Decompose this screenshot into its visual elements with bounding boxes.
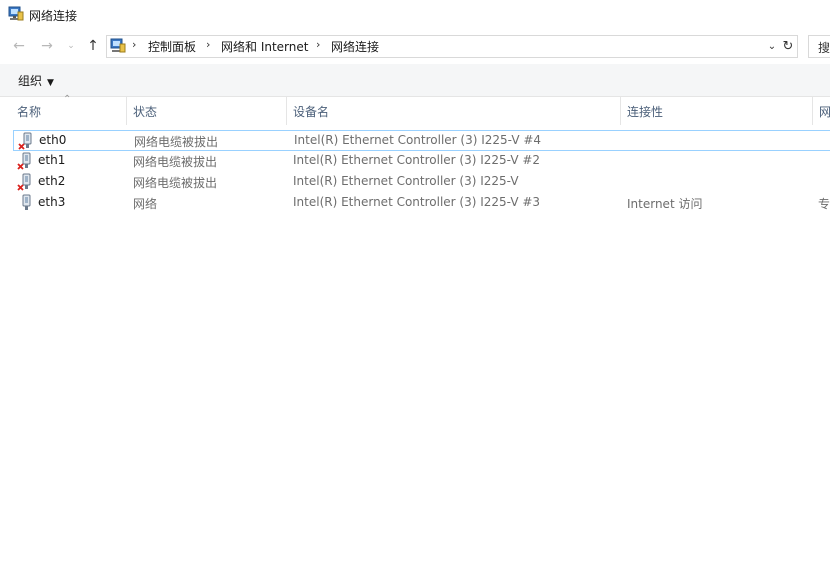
organize-button[interactable]: 组织 ▼ — [18, 72, 54, 89]
table-row[interactable]: eth3 网络 Intel(R) Ethernet Controller (3)… — [13, 193, 830, 214]
organize-label: 组织 — [18, 74, 43, 88]
search-input[interactable]: 搜 — [808, 35, 830, 58]
breadcrumb-control-panel[interactable]: 控制面板 — [148, 38, 196, 55]
breadcrumb-network-internet[interactable]: 网络和 Internet — [221, 38, 308, 55]
column-header-connectivity[interactable]: 连接性 — [627, 103, 663, 120]
breadcrumb-separator-icon[interactable]: › — [316, 38, 320, 51]
row-name: eth3 — [38, 195, 66, 209]
row-device: Intel(R) Ethernet Controller (3) I225-V … — [294, 133, 542, 147]
title-bar: 网络连接 — [0, 0, 830, 30]
search-label: 搜 — [818, 41, 830, 55]
table-row[interactable]: eth0 网络电缆被拔出 Intel(R) Ethernet Controlle… — [13, 130, 830, 151]
command-bar: 组织 ▼ — [0, 64, 830, 97]
control-panel-icon — [110, 38, 126, 53]
column-divider[interactable] — [812, 97, 813, 125]
up-arrow-icon[interactable]: ↑ — [84, 37, 102, 55]
breadcrumb-network-connections[interactable]: 网络连接 — [331, 38, 379, 55]
network-adapter-icon — [22, 194, 31, 210]
red-x-icon — [17, 184, 24, 191]
breadcrumb-separator-icon[interactable]: › — [206, 38, 210, 51]
row-device: Intel(R) Ethernet Controller (3) I225-V … — [293, 153, 541, 167]
address-bar[interactable]: › 控制面板 › 网络和 Internet › 网络连接 ⌄ — [106, 35, 785, 58]
back-arrow-icon[interactable]: ← — [10, 37, 28, 55]
row-status: 网络电缆被拔出 — [133, 155, 218, 169]
row-device: Intel(R) Ethernet Controller (3) I225-V — [293, 174, 519, 188]
row-device: Intel(R) Ethernet Controller (3) I225-V … — [293, 195, 541, 209]
column-divider[interactable] — [620, 97, 621, 125]
red-x-icon — [17, 163, 24, 170]
column-header-status[interactable]: 状态 — [133, 103, 157, 120]
chevron-down-icon[interactable]: ⌄ — [765, 38, 779, 54]
refresh-icon[interactable]: ↻ — [779, 35, 798, 58]
column-divider[interactable] — [286, 97, 287, 125]
row-name: eth2 — [38, 174, 66, 188]
table-row[interactable]: eth1 网络电缆被拔出 Intel(R) Ethernet Controlle… — [13, 151, 830, 172]
dropdown-arrow-icon: ▼ — [47, 78, 54, 88]
network-adapter-icon — [18, 132, 32, 150]
recent-locations-chevron-icon[interactable]: ⌄ — [62, 37, 80, 55]
column-header-network[interactable]: 网 — [819, 103, 830, 120]
column-divider[interactable] — [126, 97, 127, 125]
row-status: 网络电缆被拔出 — [134, 135, 219, 149]
forward-arrow-icon[interactable]: → — [38, 37, 56, 55]
column-header-row: ⌃ 名称 状态 设备名 连接性 网 — [0, 94, 830, 125]
window-title: 网络连接 — [29, 9, 78, 23]
row-name: eth0 — [39, 133, 67, 147]
column-header-name[interactable]: 名称 — [17, 103, 41, 120]
row-status: 网络 — [133, 197, 158, 211]
row-connectivity: Internet 访问 — [627, 197, 703, 211]
breadcrumb-separator-icon[interactable]: › — [132, 38, 136, 51]
navigation-bar: ← → ⌄ ↑ › 控制面板 › 网络和 Internet › 网络连接 ⌄ ↻… — [0, 30, 830, 62]
row-name: eth1 — [38, 153, 66, 167]
network-connections-icon — [8, 6, 24, 21]
network-adapter-icon — [17, 173, 31, 191]
sort-ascending-icon: ⌃ — [63, 94, 72, 105]
column-header-device[interactable]: 设备名 — [293, 103, 329, 120]
red-x-icon — [18, 143, 25, 150]
network-adapter-icon — [17, 152, 31, 170]
table-row[interactable]: eth2 网络电缆被拔出 Intel(R) Ethernet Controlle… — [13, 172, 830, 193]
row-status: 网络电缆被拔出 — [133, 176, 218, 190]
row-network: 专 — [818, 197, 830, 211]
